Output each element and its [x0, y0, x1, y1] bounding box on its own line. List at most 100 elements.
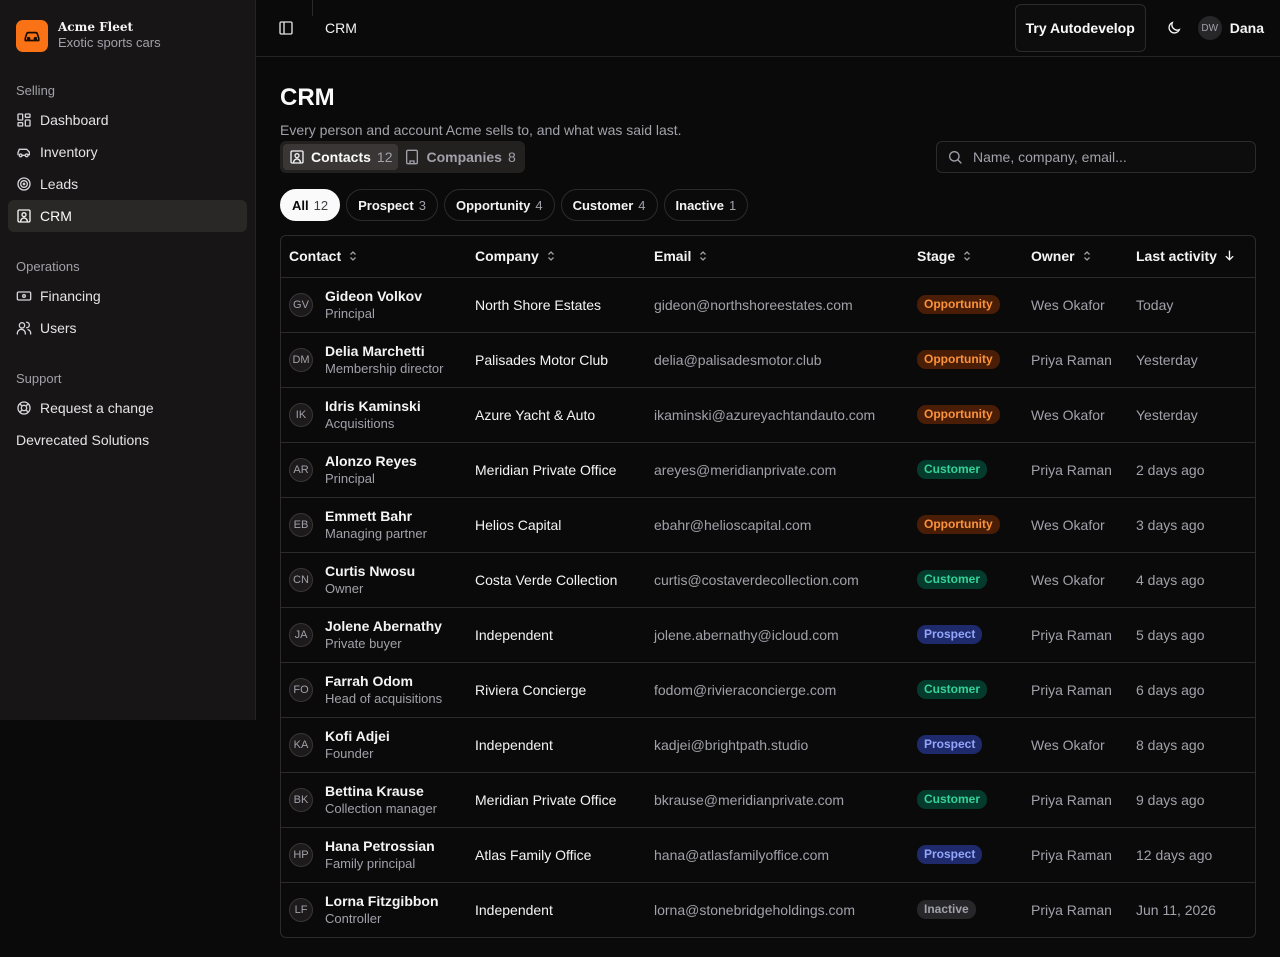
stage-cell: Prospect [909, 827, 1023, 883]
breadcrumb[interactable]: CRM [325, 20, 357, 36]
table-header-row: Contact Company Email Stage Owner Last a… [281, 236, 1255, 278]
contact-title: Acquisitions [325, 415, 395, 431]
contact-name[interactable]: Emmett Bahr [325, 507, 427, 525]
try-autodevelop-button[interactable]: Try Autodevelop [1014, 4, 1146, 52]
contact-name[interactable]: Gideon Volkov [325, 287, 422, 305]
company-cell: Palisades Motor Club [467, 332, 646, 388]
table-row[interactable]: FO Farrah Odom Head of acquisitions Rivi… [281, 662, 1255, 718]
contact-title: Private buyer [325, 635, 402, 651]
sidebar-item-leads[interactable]: Leads [8, 168, 247, 200]
contact-name[interactable]: Lorna Fitzgibbon [325, 892, 439, 910]
nav-group-operations: Operations Financing Users [0, 248, 255, 344]
table-row[interactable]: KA Kofi Adjei Founder Independent kadjei… [281, 717, 1255, 773]
contact-cell: AR Alonzo Reyes Principal [281, 442, 467, 498]
sidebar-item-dashboard[interactable]: Dashboard [8, 104, 247, 136]
column-label: Company [475, 247, 539, 264]
avatar: IK [289, 402, 313, 427]
stage-cell: Opportunity [909, 387, 1023, 443]
tab-companies[interactable]: Companies 8 [398, 144, 521, 170]
contact-name[interactable]: Jolene Abernathy [325, 617, 442, 635]
filter-all[interactable]: All 12 [280, 189, 341, 221]
sidebar-item-request-change[interactable]: Request a change [8, 392, 247, 424]
email-cell: ebahr@helioscapital.com [646, 497, 909, 553]
table-row[interactable]: CN Curtis Nwosu Owner Costa Verde Collec… [281, 552, 1255, 608]
filter-count: 12 [313, 197, 329, 213]
filter-prospect[interactable]: Prospect 3 [346, 189, 438, 221]
table-row[interactable]: DM Delia Marchetti Membership director P… [281, 332, 1255, 388]
search-box[interactable] [936, 141, 1256, 173]
sidebar-item-devrecated-solutions[interactable]: Devrecated Solutions [8, 424, 247, 456]
stage-cell: Prospect [909, 717, 1023, 773]
contact-cell: IK Idris Kaminski Acquisitions [281, 387, 467, 443]
column-header-email[interactable]: Email [646, 236, 909, 278]
table-row[interactable]: GV Gideon Volkov Principal North Shore E… [281, 277, 1255, 333]
brand[interactable]: Acme Fleet Exotic sports cars [0, 0, 255, 56]
column-label: Contact [289, 247, 342, 264]
company-cell: Independent [467, 607, 646, 663]
contact-title: Principal [325, 305, 375, 321]
contact-title: Managing partner [325, 525, 427, 541]
stage-cell: Opportunity [909, 332, 1023, 388]
column-header-last-activity[interactable]: Last activity [1128, 236, 1255, 278]
contact-name[interactable]: Bettina Krause [325, 782, 437, 800]
filter-customer[interactable]: Customer 4 [560, 189, 658, 221]
last-activity-cell: 5 days ago [1128, 607, 1255, 663]
dashboard-icon [17, 113, 31, 127]
contact-name[interactable]: Alonzo Reyes [325, 452, 417, 470]
column-header-company[interactable]: Company [467, 236, 646, 278]
sidebar-item-crm[interactable]: CRM [8, 200, 247, 232]
user-menu[interactable]: DW Dana [1197, 16, 1264, 40]
user-name: Dana [1229, 20, 1264, 36]
tab-contacts[interactable]: Contacts 12 [283, 144, 399, 170]
tab-label: Contacts [311, 149, 371, 165]
contact-title: Founder [325, 745, 374, 761]
filter-count: 4 [638, 197, 646, 213]
contact-name[interactable]: Farrah Odom [325, 672, 442, 690]
avatar: BK [289, 787, 313, 812]
status-badge: Customer [917, 790, 988, 809]
column-header-contact[interactable]: Contact [281, 236, 467, 278]
table-row[interactable]: LF Lorna Fitzgibbon Controller Independe… [281, 882, 1255, 937]
sidebar-item-inventory[interactable]: Inventory [8, 136, 247, 168]
table-row[interactable]: IK Idris Kaminski Acquisitions Azure Yac… [281, 387, 1255, 443]
brand-subtitle: Exotic sports cars [58, 35, 161, 50]
filter-inactive[interactable]: Inactive 1 [663, 189, 749, 221]
contact-name[interactable]: Idris Kaminski [325, 397, 421, 415]
contact-cell: HP Hana Petrossian Family principal [281, 827, 467, 883]
moon-icon [1168, 21, 1181, 34]
column-label: Email [654, 247, 692, 264]
contact-name[interactable]: Hana Petrossian [325, 837, 435, 855]
table-row[interactable]: JA Jolene Abernathy Private buyer Indepe… [281, 607, 1255, 663]
sidebar-item-financing[interactable]: Financing [8, 280, 247, 312]
column-header-owner[interactable]: Owner [1023, 236, 1128, 278]
column-header-stage[interactable]: Stage [909, 236, 1023, 278]
contact-cell: JA Jolene Abernathy Private buyer [281, 607, 467, 663]
sidebar-item-users[interactable]: Users [8, 312, 247, 344]
company-cell: Azure Yacht & Auto [467, 387, 646, 443]
filter-label: Customer [572, 197, 634, 213]
banknote-icon [16, 291, 32, 301]
status-badge: Opportunity [917, 515, 1000, 534]
email-cell: fodom@rivieraconcierge.com [646, 662, 909, 718]
contact-name[interactable]: Delia Marchetti [325, 342, 444, 360]
car-icon [17, 148, 30, 158]
contact-name[interactable]: Kofi Adjei [325, 727, 390, 745]
sidebar-toggle-button[interactable] [272, 14, 300, 42]
status-badge: Prospect [917, 625, 983, 644]
filter-opportunity[interactable]: Opportunity 4 [443, 189, 555, 221]
avatar: DM [289, 347, 313, 372]
company-cell: Costa Verde Collection [467, 552, 646, 608]
table-row[interactable]: HP Hana Petrossian Family principal Atla… [281, 827, 1255, 883]
sidebar-item-label: Leads [40, 176, 79, 192]
search-input[interactable] [973, 149, 1233, 165]
contact-name[interactable]: Curtis Nwosu [325, 562, 415, 580]
last-activity-cell: 8 days ago [1128, 717, 1255, 773]
email-cell: lorna@stonebridgeholdings.com [654, 901, 855, 918]
theme-toggle-button[interactable] [1158, 12, 1190, 44]
arrow-down-icon [1223, 249, 1236, 265]
sidebar-item-label: Inventory [40, 144, 98, 160]
company-cell: Atlas Family Office [467, 827, 646, 883]
table-row[interactable]: BK Bettina Krause Collection manager Mer… [281, 772, 1255, 828]
table-row[interactable]: AR Alonzo Reyes Principal Meridian Priva… [281, 442, 1255, 498]
table-row[interactable]: EB Emmett Bahr Managing partner Helios C… [281, 497, 1255, 553]
